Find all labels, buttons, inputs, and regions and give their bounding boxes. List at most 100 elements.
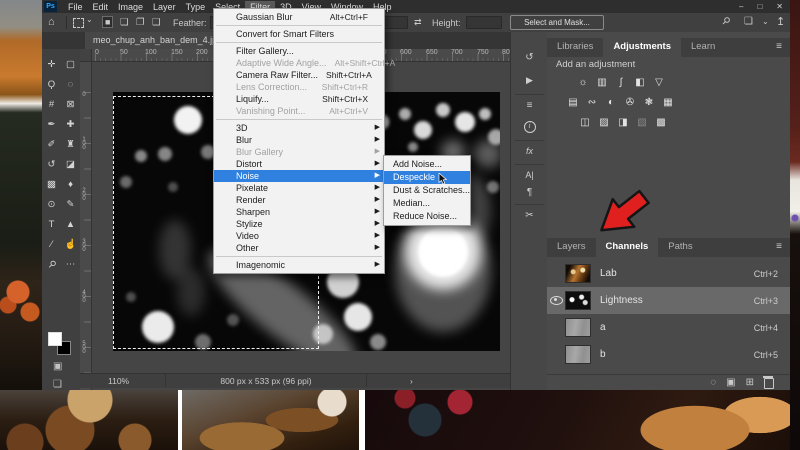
history-brush-tool[interactable]: ↺ [42, 155, 61, 175]
info-icon[interactable]: i [511, 120, 548, 133]
paragraph-icon[interactable]: ¶ [511, 187, 548, 198]
zoom-level[interactable]: 110% [108, 374, 129, 388]
share-icon[interactable]: ↥ [776, 15, 785, 28]
marquee-tool[interactable]: ▢ [61, 55, 80, 75]
close-icon[interactable]: ✕ [776, 2, 783, 11]
hand-tool[interactable]: ☝ [61, 235, 80, 255]
menu-item-sharpen[interactable]: Sharpen▶ [214, 206, 384, 218]
tab-paths[interactable]: Paths [658, 238, 702, 257]
move-tool[interactable]: ✛ [42, 55, 61, 75]
menu-item-add-noise[interactable]: Add Noise... [384, 158, 470, 171]
home-icon[interactable]: ⌂ [48, 16, 55, 28]
status-chevron-icon[interactable]: › [410, 374, 413, 388]
link-dimensions-icon[interactable]: ⇄ [414, 17, 422, 28]
tab-libraries[interactable]: Libraries [547, 38, 603, 57]
exposure-icon[interactable]: ◧ [632, 76, 648, 90]
styles-icon[interactable]: fx [511, 146, 548, 156]
eraser-tool[interactable]: ◪ [61, 155, 80, 175]
dodge-tool[interactable]: ⊙ [42, 195, 61, 215]
menu-item-liquify[interactable]: Liquify...Shift+Ctrl+X [214, 93, 384, 105]
healing-brush-tool[interactable]: ✚ [61, 115, 80, 135]
channel-row-b[interactable]: b Ctrl+5 [547, 341, 790, 368]
eye-icon[interactable] [550, 296, 563, 305]
clone-stamp-tool[interactable]: ♜ [61, 135, 80, 155]
black-white-icon[interactable]: ◐ [603, 96, 619, 110]
load-channel-as-selection-icon[interactable]: ◌ [710, 376, 716, 390]
posterize-icon[interactable]: ▨ [596, 116, 612, 130]
channel-mixer-icon[interactable]: ❃ [641, 96, 657, 110]
type-tool[interactable]: T [42, 215, 61, 235]
chevron-down-icon[interactable]: ⌄ [86, 15, 93, 24]
menu-item-distort[interactable]: Distort▶ [214, 158, 384, 170]
menu-edit[interactable]: Edit [88, 1, 114, 13]
menu-item-median[interactable]: Median... [384, 197, 470, 210]
color-balance-icon[interactable]: ∾ [584, 96, 600, 110]
photo-filter-icon[interactable]: ✇ [622, 96, 638, 110]
menu-item-noise[interactable]: Noise▶ [214, 170, 384, 182]
menu-item-video[interactable]: Video▶ [214, 230, 384, 242]
screen-mode-icon[interactable]: ❏ [744, 16, 753, 27]
blur-tool[interactable]: ♦ [61, 175, 80, 195]
gradient-tool[interactable]: ▩ [42, 175, 61, 195]
crop-tool[interactable]: # [42, 95, 61, 115]
menu-item-stylize[interactable]: Stylize▶ [214, 218, 384, 230]
new-selection-icon[interactable]: ■ [102, 16, 113, 28]
panel-menu-icon[interactable]: ≡ [776, 238, 790, 257]
hue-saturation-icon[interactable]: ▤ [565, 96, 581, 110]
maximize-icon[interactable]: □ [757, 2, 762, 11]
menu-layer[interactable]: Layer [148, 1, 181, 13]
frame-tool[interactable]: ⊠ [61, 95, 80, 115]
subtract-from-selection-icon[interactable]: ❐ [136, 17, 145, 28]
channel-row-lightness[interactable]: Lightness Ctrl+3 [547, 287, 790, 314]
menu-item-imagenomic[interactable]: Imagenomic▶ [214, 259, 384, 271]
delete-channel-icon[interactable] [764, 378, 774, 389]
pen-tool[interactable]: ✎ [61, 195, 80, 215]
visibility-cell[interactable] [547, 296, 565, 305]
screen-mode-icon[interactable]: ❏ [53, 379, 62, 390]
quick-selection-tool[interactable]: ◌ [61, 75, 80, 95]
add-to-selection-icon[interactable]: ❏ [120, 17, 129, 28]
menu-item-gaussian-blur[interactable]: Gaussian BlurAlt+Ctrl+F [214, 11, 384, 23]
menu-image[interactable]: Image [113, 1, 148, 13]
minimize-icon[interactable]: – [739, 2, 743, 11]
tool-presets-icon[interactable]: ✂ [511, 210, 548, 221]
menu-item-blur[interactable]: Blur▶ [214, 134, 384, 146]
menu-item-convert-smart-filters[interactable]: Convert for Smart Filters [214, 28, 384, 40]
properties-icon[interactable]: ≡ [511, 100, 548, 111]
gradient-map-icon[interactable]: ▩ [653, 116, 669, 130]
menu-file[interactable]: File [63, 1, 88, 13]
foreground-color-swatch[interactable] [48, 332, 62, 346]
channel-row-lab[interactable]: Lab Ctrl+2 [547, 260, 790, 287]
menu-item-despeckle[interactable]: Despeckle [384, 171, 470, 184]
tab-learn[interactable]: Learn [681, 38, 725, 57]
channel-row-a[interactable]: a Ctrl+4 [547, 314, 790, 341]
menu-item-filter-gallery[interactable]: Filter Gallery... [214, 45, 384, 57]
menu-item-3d[interactable]: 3D▶ [214, 122, 384, 134]
quick-mask-icon[interactable]: ▣ [53, 361, 62, 372]
levels-icon[interactable]: ▥ [594, 76, 610, 90]
select-and-mask-button[interactable]: Select and Mask... [510, 15, 604, 30]
selective-color-icon[interactable]: ▧ [634, 116, 650, 130]
vibrance-icon[interactable]: ▽ [651, 76, 667, 90]
tab-adjustments[interactable]: Adjustments [603, 38, 681, 57]
character-icon[interactable]: A| [511, 170, 548, 180]
search-icon[interactable]: ⚲ [719, 15, 732, 28]
chevron-down-icon[interactable]: ⌄ [762, 17, 769, 26]
eyedropper-tool[interactable]: ✒ [42, 115, 61, 135]
menu-item-reduce-noise[interactable]: Reduce Noise... [384, 210, 470, 223]
curves-icon[interactable]: ∫ [613, 76, 629, 90]
invert-icon[interactable]: ◫ [577, 116, 593, 130]
marquee-tool-icon[interactable] [73, 18, 84, 28]
save-selection-as-channel-icon[interactable]: ▣ [726, 376, 735, 390]
brush-tool[interactable]: ✐ [42, 135, 61, 155]
menu-item-other[interactable]: Other▶ [214, 242, 384, 254]
menu-item-render[interactable]: Render▶ [214, 194, 384, 206]
brightness-contrast-icon[interactable]: ☼ [575, 76, 591, 90]
menu-item-camera-raw-filter[interactable]: Camera Raw Filter...Shift+Ctrl+A [214, 69, 384, 81]
threshold-icon[interactable]: ◨ [615, 116, 631, 130]
actions-icon[interactable]: ▶ [511, 75, 548, 86]
path-selection-tool[interactable]: ▲ [61, 215, 80, 235]
menu-type[interactable]: Type [181, 1, 211, 13]
history-icon[interactable]: ↺ [511, 52, 548, 63]
panel-menu-icon[interactable]: ≡ [776, 38, 790, 57]
